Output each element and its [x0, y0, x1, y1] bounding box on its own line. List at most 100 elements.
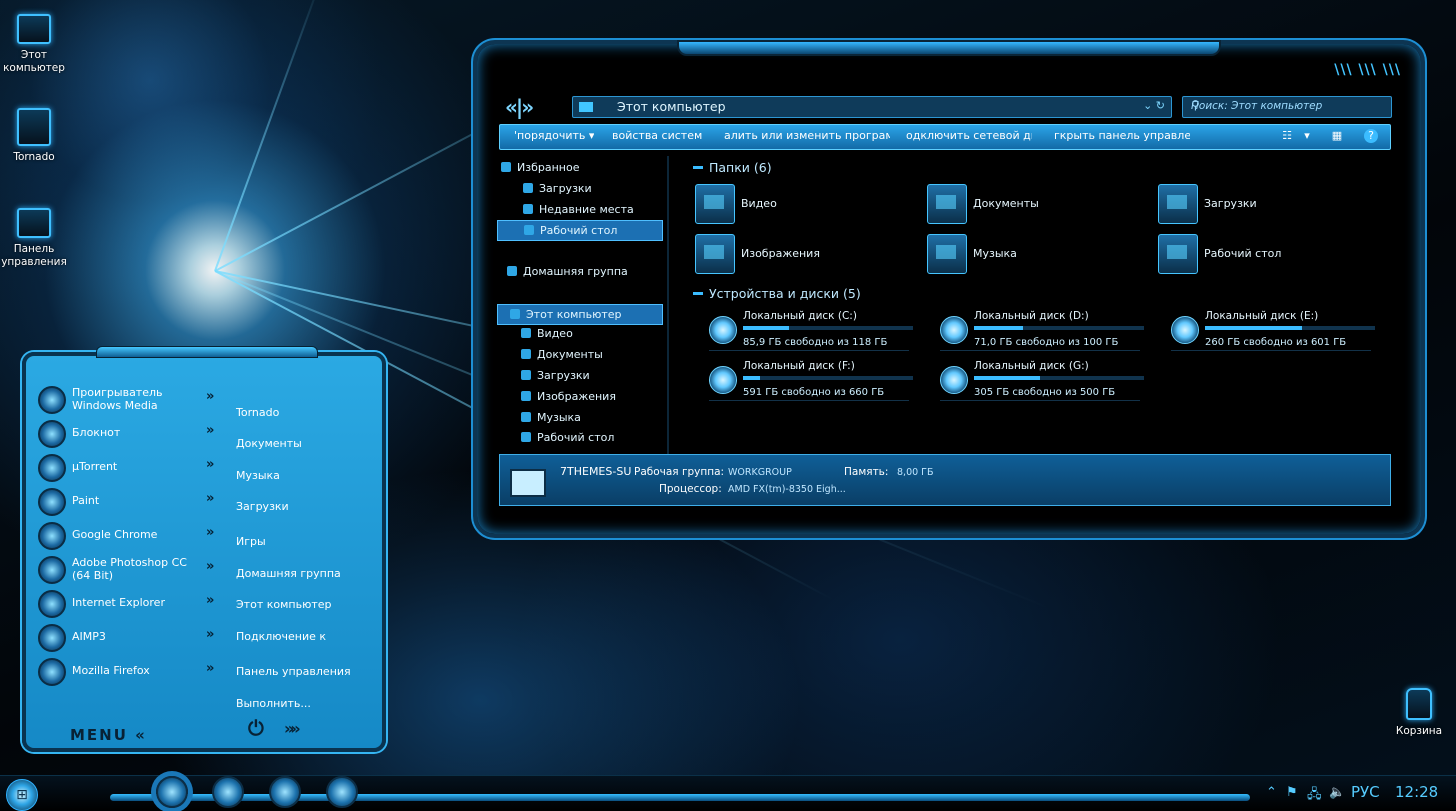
submenu-arrow-icon[interactable]: » [206, 492, 215, 505]
pc-name: 7THEMES-SU [560, 465, 632, 478]
nav-recent-places[interactable]: Недавние места [523, 200, 687, 219]
search-icon[interactable]: ⚲ [1191, 98, 1385, 112]
nav-video[interactable]: Видео [521, 324, 685, 343]
chevron-down-icon[interactable]: ▾ [1300, 129, 1314, 143]
nav-downloads[interactable]: Загрузки [523, 179, 687, 198]
app-paint[interactable]: Paint» [36, 486, 226, 516]
open-control-panel-button[interactable]: гкрыть панель управлени [1054, 129, 1190, 142]
pane-splitter[interactable] [667, 156, 669, 456]
app-google-chrome[interactable]: Google Chrome» [36, 520, 226, 550]
action-center-flag-icon[interactable]: ⚑ [1286, 785, 1298, 800]
submenu-arrow-icon[interactable]: » [206, 662, 215, 675]
hard-drive-icon [1171, 316, 1199, 344]
window-title-bar[interactable] [677, 40, 1221, 56]
submenu-arrow-icon[interactable]: » [206, 526, 215, 539]
map-network-drive-button[interactable]: одключить сетевой ди [906, 129, 1032, 142]
submenu-arrow-icon[interactable]: » [206, 594, 215, 607]
nav-homegroup[interactable]: Домашняя группа [507, 262, 671, 281]
address-bar[interactable]: Этот компьютер ⌄ ↻ [572, 96, 1172, 118]
back-forward-buttons[interactable]: «|» [505, 95, 534, 119]
place-tornado[interactable]: Tornado [236, 406, 279, 419]
nav-this-pc[interactable]: Этот компьютер [497, 304, 663, 325]
firefox-icon [38, 658, 66, 686]
taskbar-app-button[interactable] [326, 776, 358, 808]
folder-video[interactable]: Видео [695, 184, 905, 224]
documents-folder-icon [521, 349, 531, 359]
start-button-icon[interactable]: ⊞ [6, 779, 38, 811]
desktop-icon-recycle-bin[interactable]: Корзина [1382, 688, 1456, 738]
preview-pane-icon[interactable]: ▦ [1330, 129, 1344, 143]
uninstall-program-button[interactable]: алить или изменить програм [724, 129, 890, 142]
place-run[interactable]: Выполнить... [236, 697, 311, 710]
nav-music[interactable]: Музыка [521, 408, 685, 427]
place-music[interactable]: Музыка [236, 469, 280, 482]
memory-value: 8,00 ГБ [897, 467, 934, 478]
clock[interactable]: 12:28 [1395, 783, 1438, 801]
taskbar-app-button[interactable] [269, 776, 301, 808]
desktop-icon-tornado[interactable]: Tornado [0, 108, 71, 164]
desktop-icon-this-pc[interactable]: Этот компьютер [0, 14, 71, 75]
app-aimp3[interactable]: AIMP3» [36, 622, 226, 652]
folder-desktop[interactable]: Рабочий стол [1158, 234, 1368, 274]
nav-desktop[interactable]: Рабочий стол [497, 220, 663, 241]
app-internet-explorer[interactable]: Internet Explorer» [36, 588, 226, 618]
refresh-icon[interactable]: ⌄ ↻ [1143, 99, 1165, 112]
language-indicator[interactable]: РУС [1351, 783, 1380, 801]
submenu-arrow-icon[interactable]: » [206, 390, 215, 403]
nav-pictures[interactable]: Изображения [521, 387, 685, 406]
nav-downloads-pc[interactable]: Загрузки [521, 366, 685, 385]
drive-e[interactable]: Локальный диск (E:) 260 ГБ свободно из 6… [1161, 310, 1381, 356]
submenu-arrow-icon[interactable]: » [206, 560, 215, 573]
devices-section-header[interactable]: Устройства и диски (5) [693, 286, 861, 301]
nav-documents[interactable]: Документы [521, 345, 685, 364]
submenu-arrow-icon[interactable]: » [206, 458, 215, 471]
app-windows-media-player[interactable]: Проигрыватель Windows Media» [36, 384, 226, 414]
utorrent-icon [38, 454, 66, 482]
power-options-arrow[interactable]: »» [284, 719, 301, 738]
power-icon[interactable]: ⏻ [248, 716, 264, 740]
tray-overflow-icon[interactable]: ⌃ [1266, 785, 1277, 800]
all-programs-button[interactable]: MENU « [70, 726, 147, 744]
app-utorrent[interactable]: µTorrent» [36, 452, 226, 482]
video-folder-icon [695, 184, 735, 224]
taskbar-explorer-button[interactable] [156, 776, 188, 808]
organize-button[interactable]: 'порядочить ▾ [514, 129, 594, 142]
drive-d[interactable]: Локальный диск (D:) 71,0 ГБ свободно из … [930, 310, 1150, 356]
place-games[interactable]: Игры [236, 535, 266, 548]
drive-usage-bar [743, 376, 913, 380]
drive-usage-bar [743, 326, 913, 330]
place-downloads[interactable]: Загрузки [236, 500, 289, 513]
desktop-icon-control-panel[interactable]: Панель управления [0, 208, 71, 269]
place-connect-to[interactable]: Подключение к [236, 630, 326, 643]
folder-documents[interactable]: Документы [927, 184, 1137, 224]
taskbar-app-button[interactable] [212, 776, 244, 808]
app-firefox[interactable]: Mozilla Firefox» [36, 656, 226, 686]
help-icon[interactable]: ? [1364, 129, 1378, 143]
view-options-icon[interactable]: ☷ [1280, 129, 1294, 143]
place-documents[interactable]: Документы [236, 437, 302, 450]
system-properties-button[interactable]: войства систем [612, 129, 710, 142]
drive-f[interactable]: Локальный диск (F:) 591 ГБ свободно из 6… [699, 360, 919, 406]
folders-section-header[interactable]: Папки (6) [693, 160, 772, 175]
place-this-pc[interactable]: Этот компьютер [236, 598, 332, 611]
nav-desktop-pc[interactable]: Рабочий стол [521, 428, 685, 447]
app-notepad[interactable]: Блокнот» [36, 418, 226, 448]
submenu-arrow-icon[interactable]: » [206, 424, 215, 437]
aimp-icon [38, 624, 66, 652]
drive-c[interactable]: Локальный диск (C:) 85,9 ГБ свободно из … [699, 310, 919, 356]
folder-music[interactable]: Музыка [927, 234, 1137, 274]
drive-name: Локальный диск (G:) [974, 360, 1089, 372]
submenu-arrow-icon[interactable]: » [206, 628, 215, 641]
drive-usage-bar [974, 376, 1144, 380]
volume-icon[interactable]: 🔈 [1329, 785, 1345, 800]
search-box[interactable]: Поиск: Этот компьютер ⚲ [1182, 96, 1392, 118]
drive-g[interactable]: Локальный диск (G:) 305 ГБ свободно из 5… [930, 360, 1150, 406]
app-photoshop[interactable]: Adobe Photoshop CC (64 Bit)» [36, 554, 226, 584]
desktop-folder-icon [521, 432, 531, 442]
folder-downloads[interactable]: Загрузки [1158, 184, 1368, 224]
nav-favorites[interactable]: Избранное [501, 158, 665, 177]
place-control-panel[interactable]: Панель управления [236, 665, 351, 678]
network-icon[interactable]: 🖧 [1307, 785, 1322, 807]
folder-pictures[interactable]: Изображения [695, 234, 905, 274]
place-homegroup[interactable]: Домашняя группа [236, 567, 341, 580]
